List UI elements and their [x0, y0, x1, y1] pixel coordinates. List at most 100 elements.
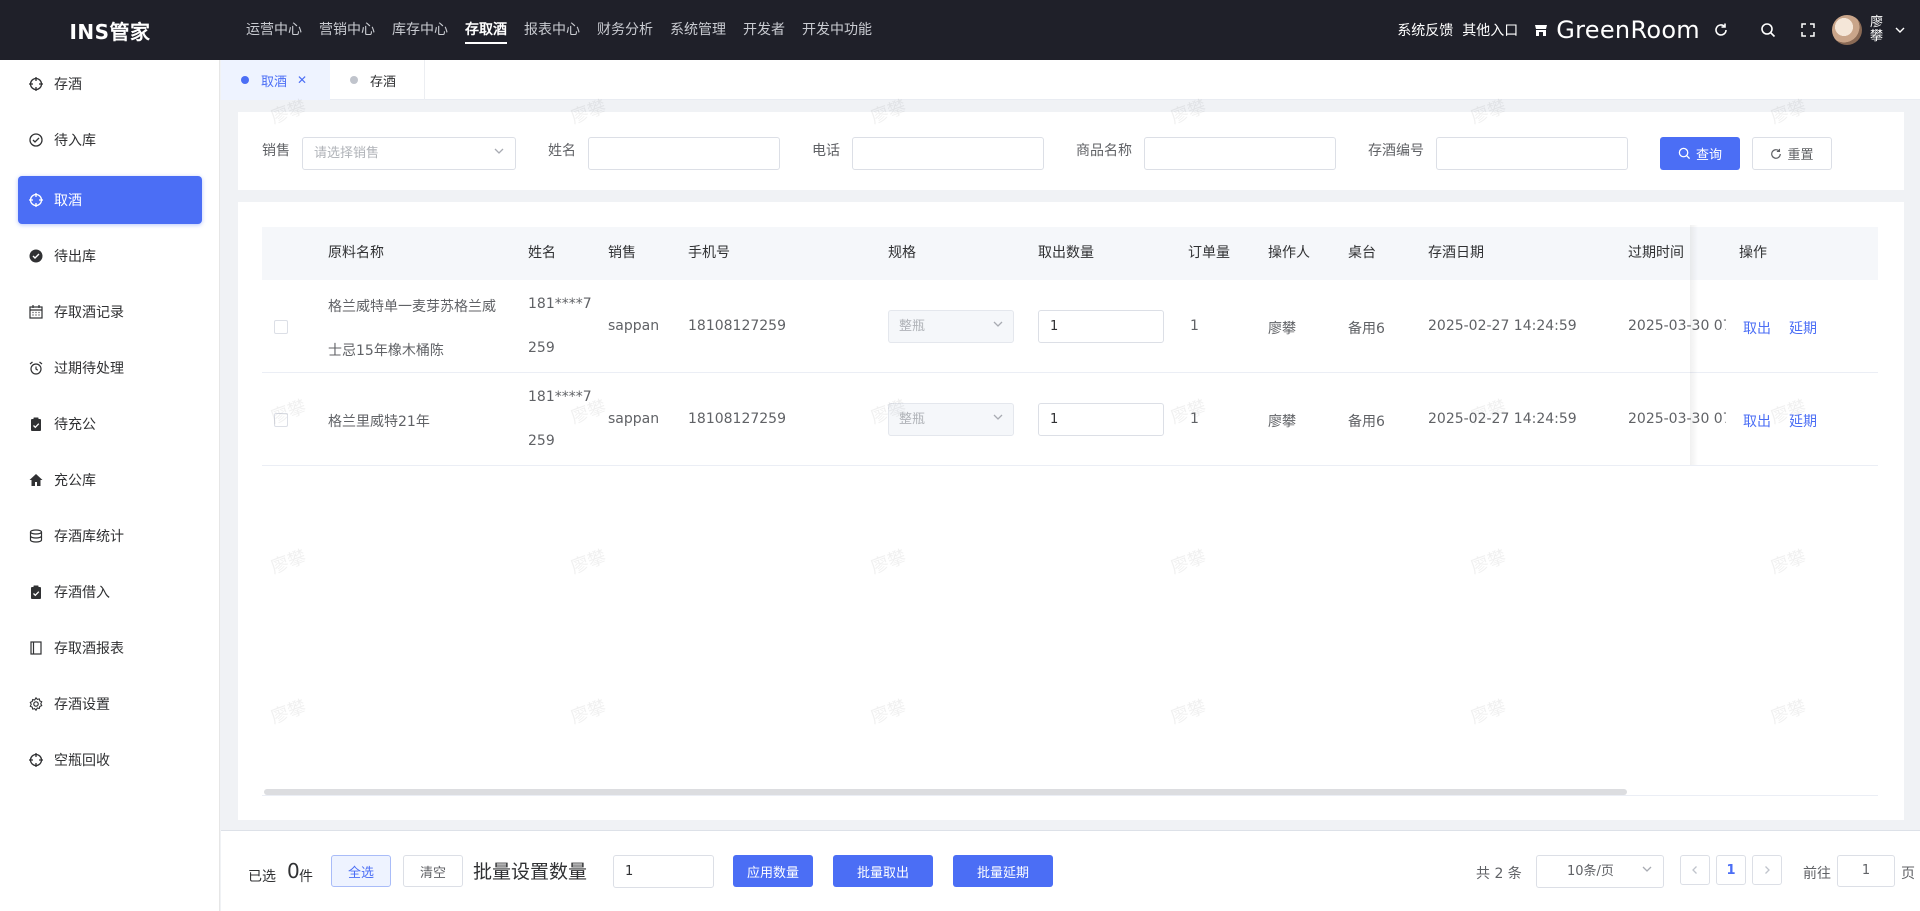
query-button[interactable]: 查询 — [1660, 137, 1740, 170]
customer-name-line1: 181****7 — [528, 296, 592, 312]
goto-page-input[interactable]: 1 — [1837, 855, 1895, 887]
operator-cell: 廖攀 — [1268, 414, 1296, 430]
sales-select[interactable]: 请选择销售 — [302, 137, 516, 170]
phone-input[interactable] — [852, 137, 1044, 170]
topnav-system[interactable]: 系统管理 — [670, 0, 726, 60]
tab-store-wine[interactable]: 存酒 — [330, 60, 425, 100]
table-row: 格兰威特单一麦芽苏格兰威 士忌15年橡木桶陈 181****7 259 sapp… — [262, 280, 1878, 373]
phone-label: 电话 — [812, 143, 840, 159]
prev-page-button[interactable] — [1680, 855, 1710, 885]
storage-no-input[interactable] — [1436, 137, 1628, 170]
batch-qty-input[interactable]: 1 — [613, 855, 714, 888]
sales-placeholder: 请选择销售 — [314, 146, 380, 161]
feedback-link[interactable]: 系统反馈 — [1397, 20, 1453, 40]
refresh-icon[interactable] — [1708, 0, 1734, 60]
topnav-finance[interactable]: 财务分析 — [597, 0, 653, 60]
calendar-icon — [28, 304, 44, 320]
store-date-cell: 2025-02-27 14:24:59 — [1428, 318, 1577, 334]
sidebar-item-bottle-recycle[interactable]: 空瓶回收 — [18, 736, 202, 784]
selected-count: 0 — [287, 859, 300, 883]
sidebar-item-report[interactable]: 存取酒报表 — [18, 624, 202, 672]
apply-qty-button[interactable]: 应用数量 — [733, 855, 813, 887]
home-icon — [28, 472, 44, 488]
sidebar-item-label: 存酒设置 — [54, 697, 110, 713]
tab-take-wine[interactable]: 取酒 ✕ — [221, 60, 330, 100]
fullscreen-icon[interactable] — [1788, 0, 1828, 60]
chevron-down-icon[interactable] — [1894, 24, 1906, 36]
col-spec[interactable]: 规格 — [888, 227, 916, 280]
close-icon[interactable]: ✕ — [297, 73, 307, 87]
check-circle-filled-icon — [28, 248, 44, 264]
take-out-link[interactable]: 取出 — [1743, 411, 1771, 431]
topnav-wine-storage[interactable]: 存取酒 — [465, 0, 507, 60]
row-checkbox[interactable] — [274, 320, 288, 334]
col-table-no[interactable]: 桌台 — [1348, 227, 1376, 280]
avatar[interactable] — [1832, 15, 1862, 45]
topnav-marketing[interactable]: 营销中心 — [319, 0, 375, 60]
store-switcher[interactable]: GreenRoom — [1533, 16, 1700, 44]
sidebar-item-label: 充公库 — [54, 473, 96, 489]
take-qty-input[interactable]: 1 — [1038, 310, 1164, 343]
page-number-button[interactable]: 1 — [1716, 855, 1746, 885]
sidebar-item-pending-in[interactable]: 待入库 — [18, 116, 202, 164]
spec-select[interactable]: 整瓶 — [888, 403, 1014, 436]
topnav-reports[interactable]: 报表中心 — [524, 0, 580, 60]
select-all-button[interactable]: 全选 — [331, 855, 391, 887]
take-out-link[interactable]: 取出 — [1743, 318, 1771, 338]
take-qty-input[interactable]: 1 — [1038, 403, 1164, 436]
col-customer-name[interactable]: 姓名 — [528, 227, 556, 280]
col-order-qty[interactable]: 订单量 — [1188, 227, 1230, 280]
product-input[interactable] — [1144, 137, 1336, 170]
sidebar-item-label: 存酒 — [54, 77, 82, 93]
batch-extend-button[interactable]: 批量延期 — [953, 855, 1053, 887]
other-entry-link[interactable]: 其他入口 — [1462, 20, 1518, 40]
table-bottom-divider — [262, 795, 1878, 796]
name-input[interactable] — [588, 137, 780, 170]
col-sales[interactable]: 销售 — [608, 227, 636, 280]
spec-select[interactable]: 整瓶 — [888, 310, 1014, 343]
user-name[interactable]: 廖攀 — [1870, 16, 1884, 44]
customer-name-line1: 181****7 — [528, 389, 592, 405]
col-material-name[interactable]: 原料名称 — [328, 227, 384, 280]
sidebar-item-take-wine[interactable]: 取酒 — [18, 176, 202, 224]
sidebar-item-pending-confiscate[interactable]: 待充公 — [18, 400, 202, 448]
col-operator[interactable]: 操作人 — [1268, 227, 1310, 280]
extend-link[interactable]: 延期 — [1789, 411, 1817, 431]
col-store-date[interactable]: 存酒日期 — [1428, 227, 1484, 280]
sidebar-item-expired[interactable]: 过期待处理 — [18, 344, 202, 392]
tab-label: 取酒 — [261, 74, 288, 90]
topnav-operations[interactable]: 运营中心 — [246, 0, 302, 60]
clear-button[interactable]: 清空 — [403, 855, 463, 887]
topnav-developer[interactable]: 开发者 — [743, 0, 785, 60]
search-icon[interactable] — [1748, 0, 1788, 60]
extend-link[interactable]: 延期 — [1789, 318, 1817, 338]
sidebar-item-pending-out[interactable]: 待出库 — [18, 232, 202, 280]
next-page-button[interactable] — [1752, 855, 1782, 885]
sidebar-item-store-wine[interactable]: 存酒 — [18, 60, 202, 108]
gear-icon — [28, 696, 44, 712]
sidebar: 存酒 待入库 取酒 待出库 存取酒记录 过期待处理 待充公 充公库 存酒库统计 … — [0, 60, 220, 911]
row-checkbox[interactable] — [274, 413, 288, 427]
sidebar-item-stock-stats[interactable]: 存酒库统计 — [18, 512, 202, 560]
sidebar-item-label: 存酒库统计 — [54, 529, 124, 545]
target-icon — [28, 76, 44, 92]
sidebar-item-confiscated-stock[interactable]: 充公库 — [18, 456, 202, 504]
col-phone[interactable]: 手机号 — [688, 227, 730, 280]
sidebar-item-settings[interactable]: 存酒设置 — [18, 680, 202, 728]
product-label: 商品名称 — [1076, 143, 1132, 159]
top-right-actions: 系统反馈 其他入口 GreenRoom 廖攀 — [1397, 0, 1920, 60]
query-label: 查询 — [1695, 148, 1722, 163]
page-size-select[interactable]: 10条/页 — [1536, 855, 1664, 888]
topnav-dev-features[interactable]: 开发中功能 — [802, 0, 872, 60]
sidebar-item-label: 存取酒报表 — [54, 641, 124, 657]
app-logo[interactable]: INS管家 — [0, 16, 220, 45]
col-actions[interactable]: 操作 — [1739, 227, 1767, 280]
sidebar-item-records[interactable]: 存取酒记录 — [18, 288, 202, 336]
topnav-inventory[interactable]: 库存中心 — [392, 0, 448, 60]
batch-take-button[interactable]: 批量取出 — [833, 855, 933, 887]
col-take-qty[interactable]: 取出数量 — [1038, 227, 1094, 280]
col-expire-time[interactable]: 过期时间 — [1628, 227, 1684, 280]
sidebar-item-borrow[interactable]: 存酒借入 — [18, 568, 202, 616]
reset-button[interactable]: 重置 — [1752, 137, 1832, 170]
database-icon — [28, 528, 44, 544]
